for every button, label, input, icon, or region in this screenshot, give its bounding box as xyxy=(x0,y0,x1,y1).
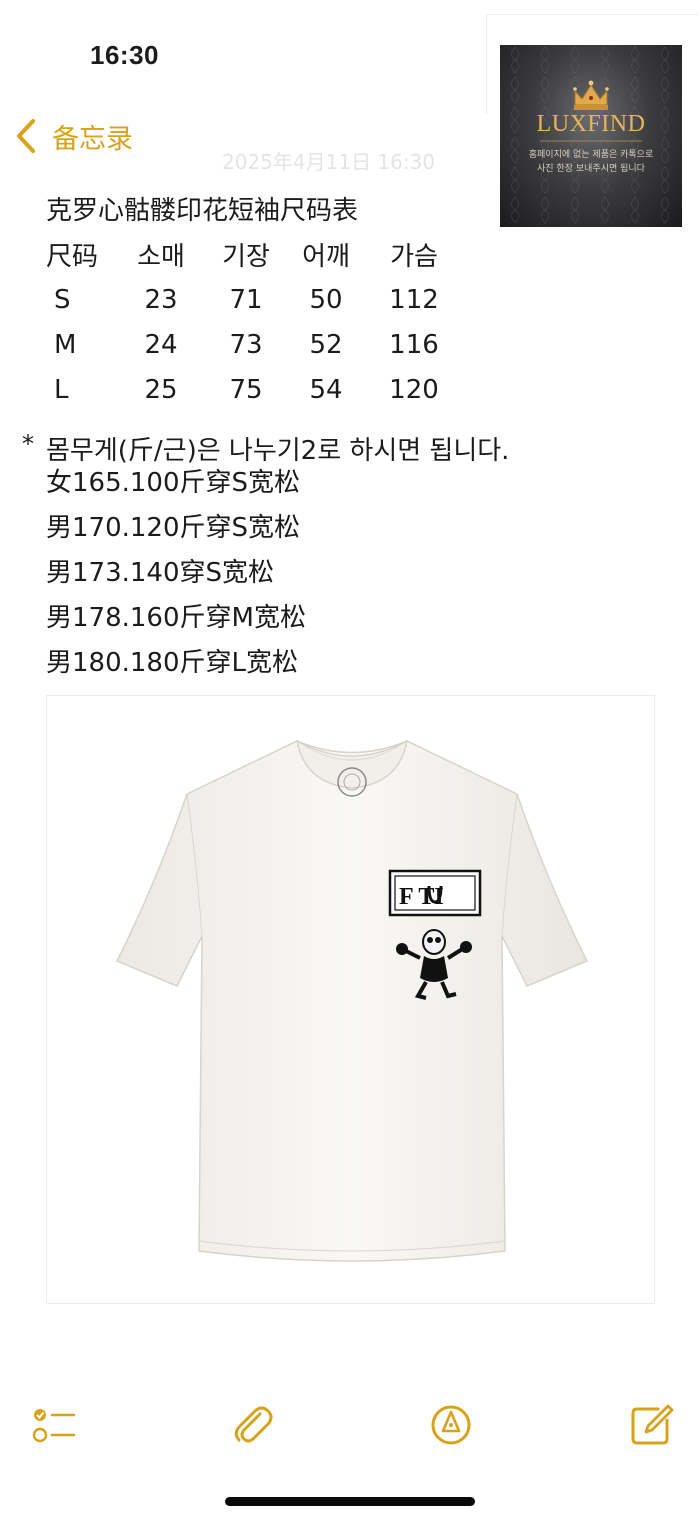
fit-line: 男170.120斤穿S宽松 xyxy=(46,513,301,543)
brand-tagline: 사진 한장 보내주시면 됩니다 xyxy=(537,164,645,174)
table-cell: 52 xyxy=(309,329,343,360)
fit-line: 男178.160斤穿M宽松 xyxy=(46,603,306,633)
checklist-button[interactable] xyxy=(28,1400,78,1450)
compose-button[interactable] xyxy=(626,1400,676,1450)
brand-tagline: 홈페이지에 없는 제품은 카톡으로 xyxy=(528,150,654,160)
chevron-left-icon xyxy=(17,119,35,153)
fit-line: 男180.180斤穿L宽松 xyxy=(46,648,299,678)
table-cell: 25 xyxy=(144,374,178,405)
back-button[interactable]: 备忘录 xyxy=(14,116,133,156)
table-header: 尺码 xyxy=(46,242,99,272)
checklist-icon xyxy=(32,1409,76,1443)
attach-button[interactable] xyxy=(228,1400,278,1450)
table-cell: 112 xyxy=(389,284,439,315)
bullet-mark: * xyxy=(22,430,34,458)
paperclip-icon xyxy=(234,1406,273,1443)
table-cell: M xyxy=(54,329,77,360)
brand-logo: LUXFIND 홈페이지에 없는 제품은 카톡으로 사진 한장 보내주시면 됩니… xyxy=(500,45,682,227)
table-cell: 75 xyxy=(229,374,263,405)
fit-line: 男173.140穿S宽松 xyxy=(46,558,275,588)
table-cell: L xyxy=(54,374,69,405)
table-cell: 116 xyxy=(389,329,439,360)
table-cell: 73 xyxy=(229,329,263,360)
table-header: 기장 xyxy=(222,242,270,272)
back-label: 备忘录 xyxy=(52,123,133,155)
print-text: F TI xyxy=(399,884,444,910)
note-date: 2025年4月11日 16:30 xyxy=(222,150,436,174)
table-cell: 24 xyxy=(144,329,178,360)
product-image[interactable]: F TI xyxy=(46,695,655,1304)
pen-tip-icon xyxy=(431,1405,471,1445)
table-cell: S xyxy=(54,284,71,315)
table-cell: 54 xyxy=(309,374,343,405)
table-cell: 120 xyxy=(389,374,439,405)
brand-name: LUXFIND xyxy=(536,111,646,137)
table-row: L 25 75 54 120 xyxy=(46,367,462,412)
table-row: M 24 73 52 116 xyxy=(46,322,462,367)
table-cell: 71 xyxy=(229,284,263,315)
status-time: 16:30 xyxy=(90,40,159,70)
table-cell: 50 xyxy=(309,284,343,315)
size-table: 尺码 소매 기장 어깨 가슴 S 23 71 50 112 M 24 73 52… xyxy=(46,232,462,412)
fit-line: 女165.100斤穿S宽松 xyxy=(46,468,301,498)
note-title: 克罗心骷髅印花短袖尺码表 xyxy=(46,196,359,226)
compose-icon xyxy=(631,1404,674,1445)
markup-button[interactable] xyxy=(426,1400,476,1450)
table-header: 가슴 xyxy=(390,242,438,272)
table-header: 어깨 xyxy=(302,242,350,272)
table-row: S 23 71 50 112 xyxy=(46,277,462,322)
table-header-row: 尺码 소매 기장 어깨 가슴 xyxy=(46,232,462,277)
home-indicator[interactable] xyxy=(225,1497,475,1506)
table-header: 소매 xyxy=(137,242,185,272)
table-cell: 23 xyxy=(144,284,178,315)
tshirt-illustration: F TI xyxy=(115,739,589,1262)
